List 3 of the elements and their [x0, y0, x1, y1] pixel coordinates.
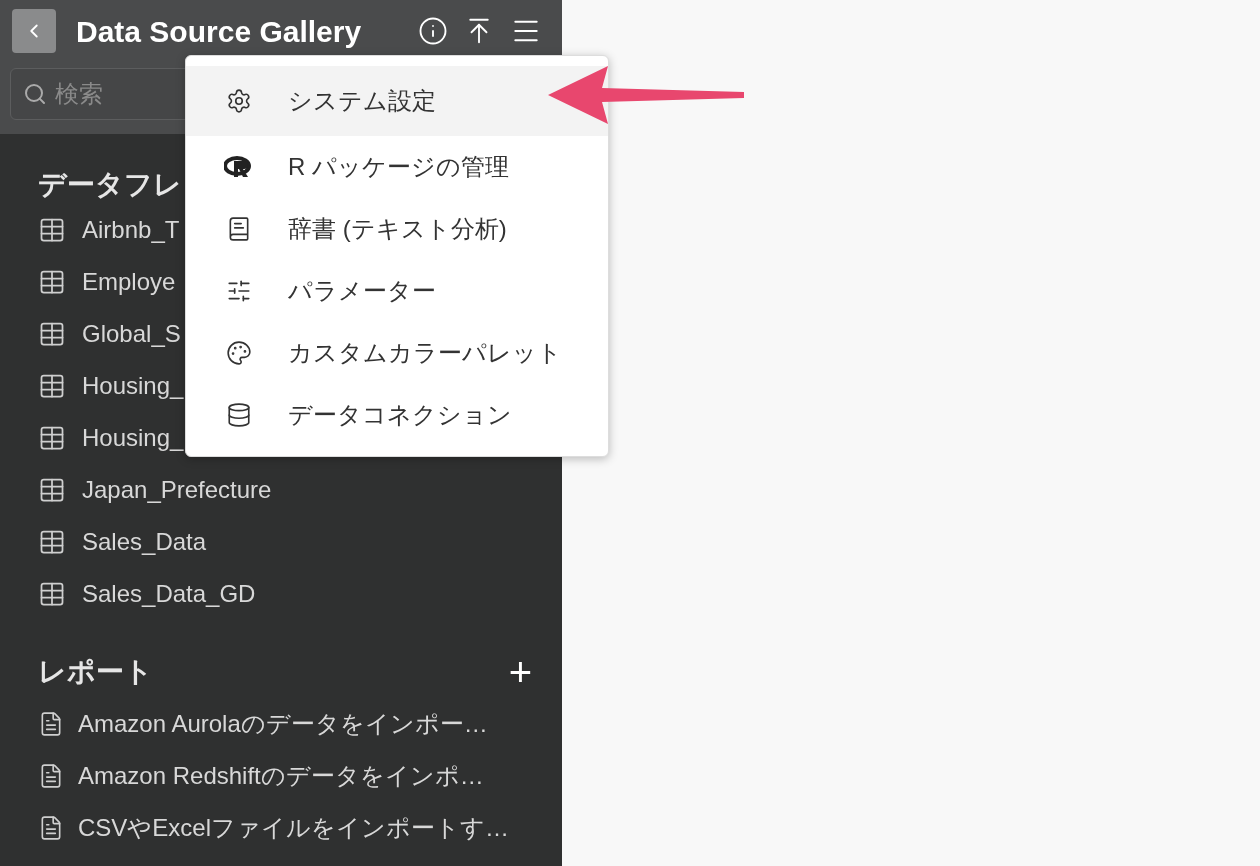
section-heading: レポート: [38, 655, 153, 689]
section-heading: データフレ: [38, 168, 182, 202]
page-title: Data Source Gallery: [76, 13, 362, 50]
